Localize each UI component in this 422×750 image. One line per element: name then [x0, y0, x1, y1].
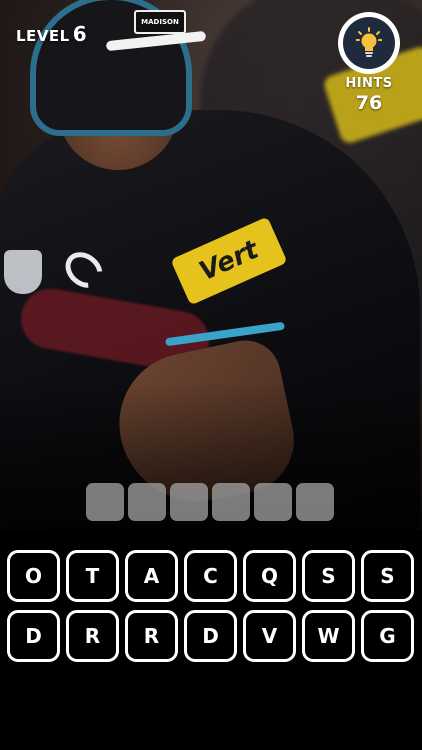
lightbulb-icon	[356, 27, 382, 57]
answer-slot[interactable]	[86, 483, 124, 521]
hints-button-inner	[343, 17, 395, 69]
letter-key[interactable]: O	[7, 550, 60, 602]
answer-slot[interactable]	[254, 483, 292, 521]
answer-slot[interactable]	[128, 483, 166, 521]
letter-key[interactable]: R	[125, 610, 178, 662]
letter-key[interactable]: W	[302, 610, 355, 662]
headgear-logo: MADISON	[134, 10, 186, 34]
letter-key[interactable]: S	[302, 550, 355, 602]
level-label: LEVEL	[16, 27, 70, 45]
answer-slot[interactable]	[296, 483, 334, 521]
letter-key[interactable]: D	[184, 610, 237, 662]
answer-slots	[86, 483, 334, 521]
headgear-logo-text: MADISON	[141, 18, 179, 26]
level-number: 6	[72, 22, 87, 46]
level-indicator: LEVEL 6	[16, 22, 87, 46]
letter-key[interactable]: S	[361, 550, 414, 602]
answer-slot[interactable]	[170, 483, 208, 521]
hints-count: 76	[355, 92, 383, 114]
headgear: MADISON	[30, 0, 207, 136]
nrl-badge	[4, 250, 42, 294]
letter-key[interactable]: T	[66, 550, 119, 602]
hints-label: HINTS	[345, 76, 393, 91]
letter-key[interactable]: G	[361, 610, 414, 662]
hints-button[interactable]	[338, 12, 400, 74]
letter-keyboard: O T A C Q S S D R R D V W G	[7, 550, 417, 662]
letter-key[interactable]: R	[66, 610, 119, 662]
letter-key[interactable]: C	[184, 550, 237, 602]
letter-key[interactable]: Q	[243, 550, 296, 602]
letter-key[interactable]: A	[125, 550, 178, 602]
letter-key[interactable]: V	[243, 610, 296, 662]
letter-key[interactable]: D	[7, 610, 60, 662]
answer-slot[interactable]	[212, 483, 250, 521]
